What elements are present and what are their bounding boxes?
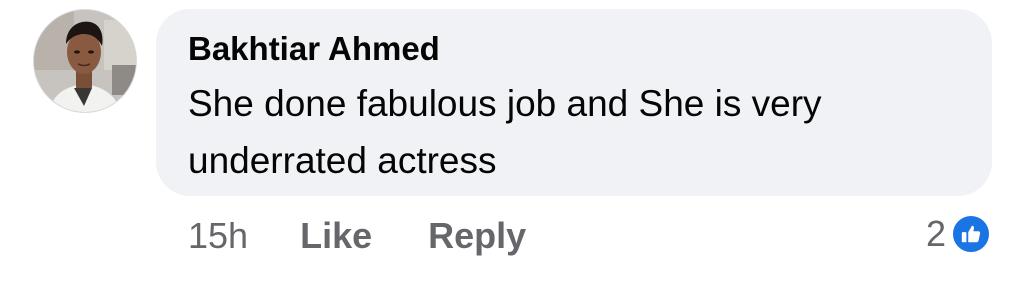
like-button[interactable]: Like (300, 215, 372, 257)
comment-timestamp[interactable]: 15h (188, 215, 248, 257)
avatar-photo (34, 10, 136, 112)
reply-button[interactable]: Reply (428, 215, 526, 257)
author-name[interactable]: Bakhtiar Ahmed (188, 29, 962, 69)
reaction-summary[interactable]: 2 (926, 210, 992, 258)
comment-actions: 15h Like Reply (188, 214, 582, 258)
reaction-count: 2 (925, 213, 946, 254)
comment: Bakhtiar Ahmed She done fabulous job and… (0, 0, 1024, 288)
thumbs-up-icon (950, 213, 992, 255)
avatar[interactable] (33, 9, 137, 113)
comment-text: She done fabulous job and She is very un… (188, 83, 822, 181)
comment-bubble: Bakhtiar Ahmed She done fabulous job and… (156, 9, 992, 196)
